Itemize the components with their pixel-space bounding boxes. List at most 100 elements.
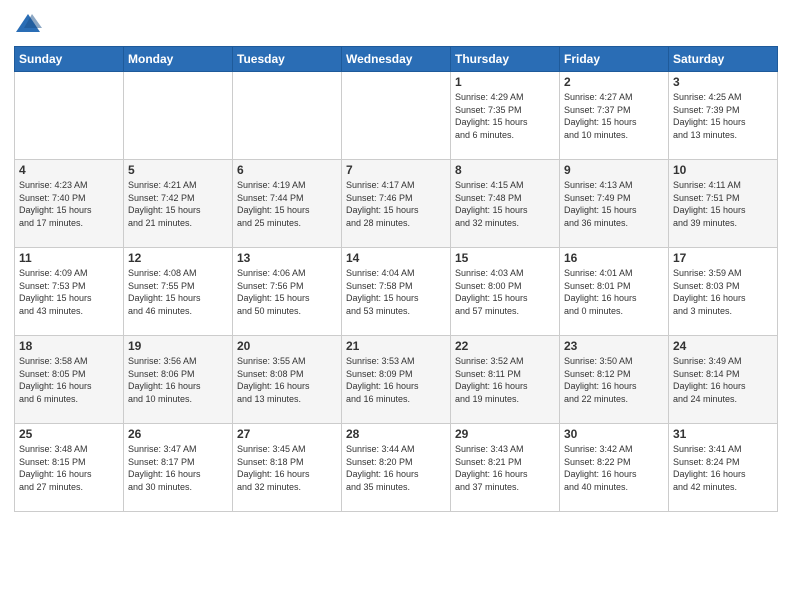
header [14, 10, 778, 38]
day-number: 18 [19, 339, 119, 353]
weekday-header-monday: Monday [124, 47, 233, 72]
day-number: 24 [673, 339, 773, 353]
day-cell: 12 Sunrise: 4:08 AM Sunset: 7:55 PM Dayli… [124, 248, 233, 336]
day-cell: 10Sunrise: 4:11 AM Sunset: 7:51 PM Dayli… [669, 160, 778, 248]
day-number: 15 [455, 251, 555, 265]
day-cell: 14Sunrise: 4:04 AM Sunset: 7:58 PM Dayli… [342, 248, 451, 336]
day-number: 9 [564, 163, 664, 177]
day-cell: 4Sunrise: 4:23 AM Sunset: 7:40 PM Daylig… [15, 160, 124, 248]
day-cell: 29 Sunrise: 3:43 AM Sunset: 8:21 PM Dayli… [451, 424, 560, 512]
day-cell: 27 Sunrise: 3:45 AM Sunset: 8:18 PM Dayli… [233, 424, 342, 512]
day-number: 11 [19, 251, 119, 265]
day-cell: 9Sunrise: 4:13 AM Sunset: 7:49 PM Daylig… [560, 160, 669, 248]
day-number: 17 [673, 251, 773, 265]
day-info: Sunrise: 4:08 AM Sunset: 7:55 PM Dayligh… [128, 267, 228, 317]
day-info: Sunrise: 3:45 AM Sunset: 8:18 PM Dayligh… [237, 443, 337, 493]
day-info: Sunrise: 3:47 AM Sunset: 8:17 PM Dayligh… [128, 443, 228, 493]
day-number: 7 [346, 163, 446, 177]
day-info: Sunrise: 3:52 AM Sunset: 8:11 PM Dayligh… [455, 355, 555, 405]
day-info: Sunrise: 3:49 AM Sunset: 8:14 PM Dayligh… [673, 355, 773, 405]
day-number: 5 [128, 163, 228, 177]
day-info: Sunrise: 4:01 AM Sunset: 8:01 PM Dayligh… [564, 267, 664, 317]
day-number: 29 [455, 427, 555, 441]
day-number: 23 [564, 339, 664, 353]
day-number: 3 [673, 75, 773, 89]
day-number: 4 [19, 163, 119, 177]
day-cell: 1 Sunrise: 4:29 AM Sunset: 7:35 PM Daylig… [451, 72, 560, 160]
day-cell: 18 Sunrise: 3:58 AM Sunset: 8:05 PM Dayli… [15, 336, 124, 424]
day-cell: 2 Sunrise: 4:27 AM Sunset: 7:37 PM Daylig… [560, 72, 669, 160]
day-info: Sunrise: 4:29 AM Sunset: 7:35 PM Dayligh… [455, 91, 555, 141]
day-info: Sunrise: 4:15 AM Sunset: 7:48 PM Dayligh… [455, 179, 555, 229]
day-info: Sunrise: 4:27 AM Sunset: 7:37 PM Dayligh… [564, 91, 664, 141]
day-number: 2 [564, 75, 664, 89]
day-cell: 15 Sunrise: 4:03 AM Sunset: 8:00 PM Dayli… [451, 248, 560, 336]
day-number: 25 [19, 427, 119, 441]
day-cell [342, 72, 451, 160]
day-info: Sunrise: 4:11 AM Sunset: 7:51 PM Dayligh… [673, 179, 773, 229]
day-number: 13 [237, 251, 337, 265]
day-number: 22 [455, 339, 555, 353]
day-number: 31 [673, 427, 773, 441]
day-cell: 30 Sunrise: 3:42 AM Sunset: 8:22 PM Dayli… [560, 424, 669, 512]
day-info: Sunrise: 4:19 AM Sunset: 7:44 PM Dayligh… [237, 179, 337, 229]
day-number: 6 [237, 163, 337, 177]
day-info: Sunrise: 3:56 AM Sunset: 8:06 PM Dayligh… [128, 355, 228, 405]
calendar: SundayMondayTuesdayWednesdayThursdayFrid… [14, 46, 778, 512]
day-cell: 3 Sunrise: 4:25 AM Sunset: 7:39 PM Daylig… [669, 72, 778, 160]
day-info: Sunrise: 3:50 AM Sunset: 8:12 PM Dayligh… [564, 355, 664, 405]
day-cell: 25 Sunrise: 3:48 AM Sunset: 8:15 PM Dayli… [15, 424, 124, 512]
day-number: 27 [237, 427, 337, 441]
day-cell [233, 72, 342, 160]
weekday-header-thursday: Thursday [451, 47, 560, 72]
day-cell: 26 Sunrise: 3:47 AM Sunset: 8:17 PM Dayli… [124, 424, 233, 512]
day-info: Sunrise: 3:41 AM Sunset: 8:24 PM Dayligh… [673, 443, 773, 493]
day-info: Sunrise: 4:25 AM Sunset: 7:39 PM Dayligh… [673, 91, 773, 141]
weekday-header-saturday: Saturday [669, 47, 778, 72]
weekday-header-sunday: Sunday [15, 47, 124, 72]
day-info: Sunrise: 4:17 AM Sunset: 7:46 PM Dayligh… [346, 179, 446, 229]
day-number: 21 [346, 339, 446, 353]
day-info: Sunrise: 4:21 AM Sunset: 7:42 PM Dayligh… [128, 179, 228, 229]
day-number: 28 [346, 427, 446, 441]
week-row-1: 1 Sunrise: 4:29 AM Sunset: 7:35 PM Daylig… [15, 72, 778, 160]
day-cell: 7 Sunrise: 4:17 AM Sunset: 7:46 PM Daylig… [342, 160, 451, 248]
weekday-header-tuesday: Tuesday [233, 47, 342, 72]
day-cell: 13Sunrise: 4:06 AM Sunset: 7:56 PM Dayli… [233, 248, 342, 336]
day-info: Sunrise: 3:58 AM Sunset: 8:05 PM Dayligh… [19, 355, 119, 405]
day-cell: 5 Sunrise: 4:21 AM Sunset: 7:42 PM Daylig… [124, 160, 233, 248]
logo-icon [14, 10, 42, 38]
day-number: 1 [455, 75, 555, 89]
day-info: Sunrise: 3:48 AM Sunset: 8:15 PM Dayligh… [19, 443, 119, 493]
day-info: Sunrise: 3:43 AM Sunset: 8:21 PM Dayligh… [455, 443, 555, 493]
day-number: 26 [128, 427, 228, 441]
day-number: 20 [237, 339, 337, 353]
week-row-2: 4Sunrise: 4:23 AM Sunset: 7:40 PM Daylig… [15, 160, 778, 248]
day-number: 16 [564, 251, 664, 265]
day-info: Sunrise: 3:42 AM Sunset: 8:22 PM Dayligh… [564, 443, 664, 493]
day-cell: 31 Sunrise: 3:41 AM Sunset: 8:24 PM Dayli… [669, 424, 778, 512]
day-info: Sunrise: 3:44 AM Sunset: 8:20 PM Dayligh… [346, 443, 446, 493]
week-row-4: 18 Sunrise: 3:58 AM Sunset: 8:05 PM Dayli… [15, 336, 778, 424]
day-cell [124, 72, 233, 160]
day-number: 30 [564, 427, 664, 441]
week-row-5: 25 Sunrise: 3:48 AM Sunset: 8:15 PM Dayli… [15, 424, 778, 512]
page: SundayMondayTuesdayWednesdayThursdayFrid… [0, 0, 792, 612]
day-cell: 24 Sunrise: 3:49 AM Sunset: 8:14 PM Dayli… [669, 336, 778, 424]
day-info: Sunrise: 4:03 AM Sunset: 8:00 PM Dayligh… [455, 267, 555, 317]
day-info: Sunrise: 3:55 AM Sunset: 8:08 PM Dayligh… [237, 355, 337, 405]
weekday-header-friday: Friday [560, 47, 669, 72]
day-cell: 22 Sunrise: 3:52 AM Sunset: 8:11 PM Dayli… [451, 336, 560, 424]
day-cell: 8Sunrise: 4:15 AM Sunset: 7:48 PM Daylig… [451, 160, 560, 248]
day-info: Sunrise: 3:53 AM Sunset: 8:09 PM Dayligh… [346, 355, 446, 405]
day-cell: 6 Sunrise: 4:19 AM Sunset: 7:44 PM Daylig… [233, 160, 342, 248]
day-info: Sunrise: 3:59 AM Sunset: 8:03 PM Dayligh… [673, 267, 773, 317]
day-cell [15, 72, 124, 160]
day-info: Sunrise: 4:09 AM Sunset: 7:53 PM Dayligh… [19, 267, 119, 317]
weekday-header-wednesday: Wednesday [342, 47, 451, 72]
day-cell: 16 Sunrise: 4:01 AM Sunset: 8:01 PM Dayli… [560, 248, 669, 336]
day-cell: 19Sunrise: 3:56 AM Sunset: 8:06 PM Dayli… [124, 336, 233, 424]
day-number: 12 [128, 251, 228, 265]
day-cell: 21 Sunrise: 3:53 AM Sunset: 8:09 PM Dayli… [342, 336, 451, 424]
day-cell: 17 Sunrise: 3:59 AM Sunset: 8:03 PM Dayli… [669, 248, 778, 336]
